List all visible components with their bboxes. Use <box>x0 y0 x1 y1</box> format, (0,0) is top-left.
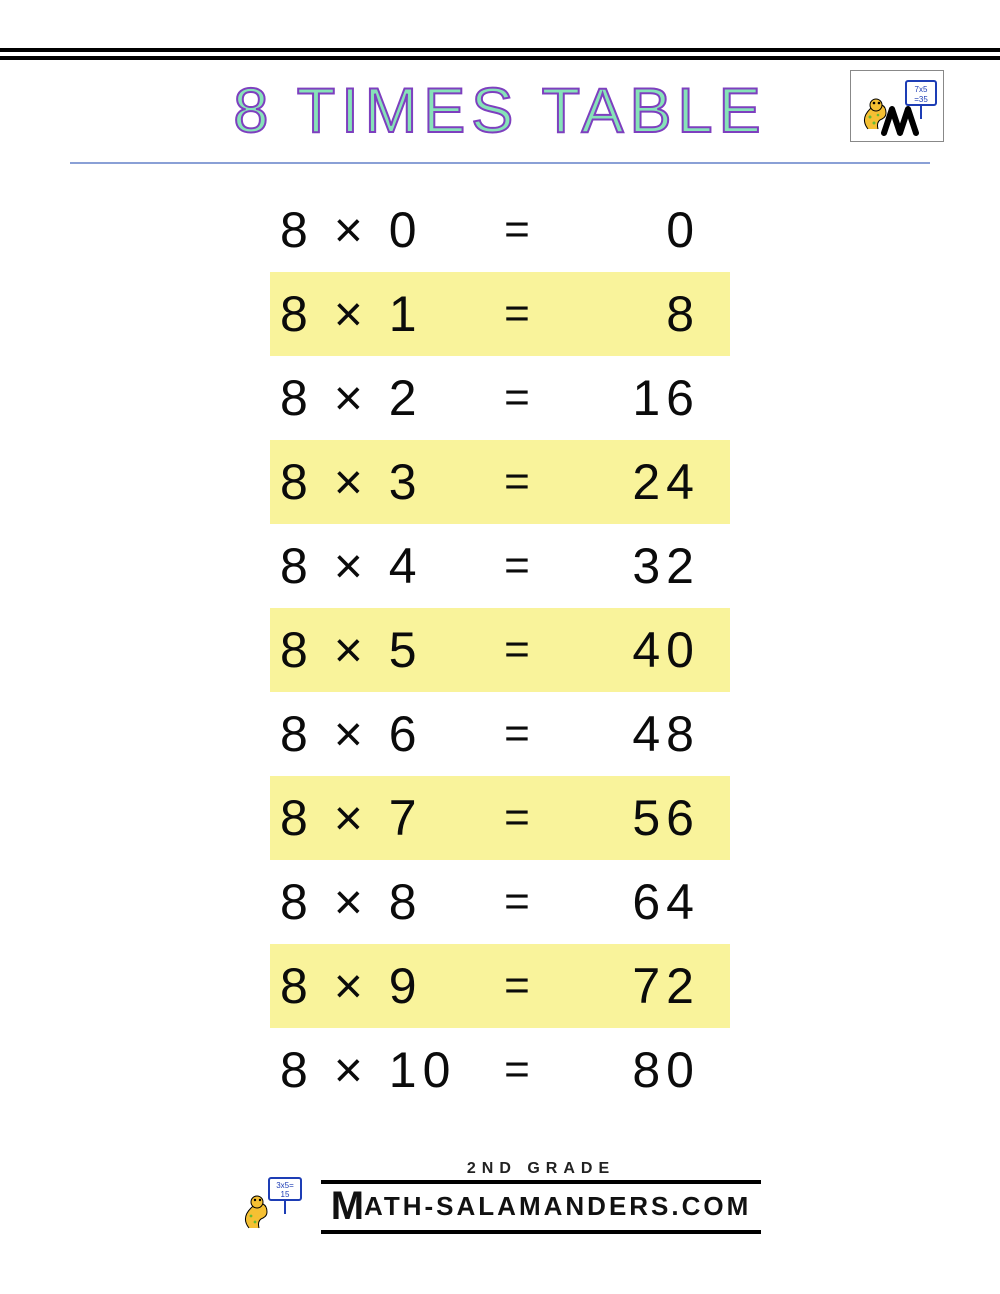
equals-sign: = <box>490 793 550 843</box>
row-result: 40 <box>550 621 712 679</box>
row-result: 32 <box>550 537 712 595</box>
table-row: 8 × 8=64 <box>270 860 730 944</box>
table-row: 8 × 1=8 <box>270 272 730 356</box>
row-result: 72 <box>550 957 712 1015</box>
worksheet-page: 8 TIMES TABLE 7x5 =35 8 × 0=08 × 1=88 × … <box>0 0 1000 1294</box>
equals-sign: = <box>490 877 550 927</box>
salamander-footer-icon: 3x5= 15 <box>239 1174 309 1234</box>
table-row: 8 × 4=32 <box>270 524 730 608</box>
row-lhs: 8 × 10 <box>270 1041 490 1099</box>
table-row: 8 × 9=72 <box>270 944 730 1028</box>
row-lhs: 8 × 1 <box>270 285 490 343</box>
brand-label: MATH-SALAMANDERS.COM <box>321 1180 762 1234</box>
brand-m: M <box>331 1184 364 1228</box>
row-result: 16 <box>550 369 712 427</box>
equals-sign: = <box>490 373 550 423</box>
top-double-rule <box>0 48 1000 60</box>
salamander-mascot-icon: 7x5 =35 <box>854 75 940 137</box>
equals-sign: = <box>490 1045 550 1095</box>
table-row: 8 × 0=0 <box>270 188 730 272</box>
times-table-rows: 8 × 0=08 × 1=88 × 2=168 × 3=248 × 4=328 … <box>0 188 1000 1112</box>
row-result: 64 <box>550 873 712 931</box>
table-row: 8 × 2=16 <box>270 356 730 440</box>
row-lhs: 8 × 3 <box>270 453 490 511</box>
footer-salamander-logo: 3x5= 15 <box>239 1174 309 1234</box>
equals-sign: = <box>490 205 550 255</box>
logo-board-line1: 7x5 <box>915 85 928 94</box>
row-result: 8 <box>550 285 712 343</box>
row-lhs: 8 × 9 <box>270 957 490 1015</box>
brand-rest: ATH-SALAMANDERS.COM <box>364 1191 751 1221</box>
table-row: 8 × 3=24 <box>270 440 730 524</box>
header: 8 TIMES TABLE <box>70 78 930 164</box>
row-result: 80 <box>550 1041 712 1099</box>
row-result: 24 <box>550 453 712 511</box>
footer-board-line2: 15 <box>280 1190 289 1199</box>
row-result: 0 <box>550 201 712 259</box>
row-lhs: 8 × 8 <box>270 873 490 931</box>
row-lhs: 8 × 0 <box>270 201 490 259</box>
equals-sign: = <box>490 709 550 759</box>
row-lhs: 8 × 7 <box>270 789 490 847</box>
footer-text: 2ND GRADE MATH-SALAMANDERS.COM <box>321 1160 762 1234</box>
row-result: 56 <box>550 789 712 847</box>
table-row: 8 × 5=40 <box>270 608 730 692</box>
table-row: 8 × 7=56 <box>270 776 730 860</box>
row-lhs: 8 × 6 <box>270 705 490 763</box>
page-title: 8 TIMES TABLE <box>70 78 930 143</box>
row-result: 48 <box>550 705 712 763</box>
table-row: 8 × 10=80 <box>270 1028 730 1112</box>
equals-sign: = <box>490 541 550 591</box>
grade-label: 2ND GRADE <box>467 1160 615 1178</box>
row-lhs: 8 × 4 <box>270 537 490 595</box>
logo-board-line2: =35 <box>914 95 928 104</box>
equals-sign: = <box>490 961 550 1011</box>
title-underline <box>70 162 930 164</box>
equals-sign: = <box>490 625 550 675</box>
table-row: 8 × 6=48 <box>270 692 730 776</box>
row-lhs: 8 × 5 <box>270 621 490 679</box>
row-lhs: 8 × 2 <box>270 369 490 427</box>
equals-sign: = <box>490 289 550 339</box>
footer-board-line1: 3x5= <box>276 1181 294 1190</box>
footer: 3x5= 15 2ND GRADE MATH-SALAMANDERS.COM <box>0 1160 1000 1234</box>
salamander-corner-logo: 7x5 =35 <box>850 70 944 142</box>
equals-sign: = <box>490 457 550 507</box>
